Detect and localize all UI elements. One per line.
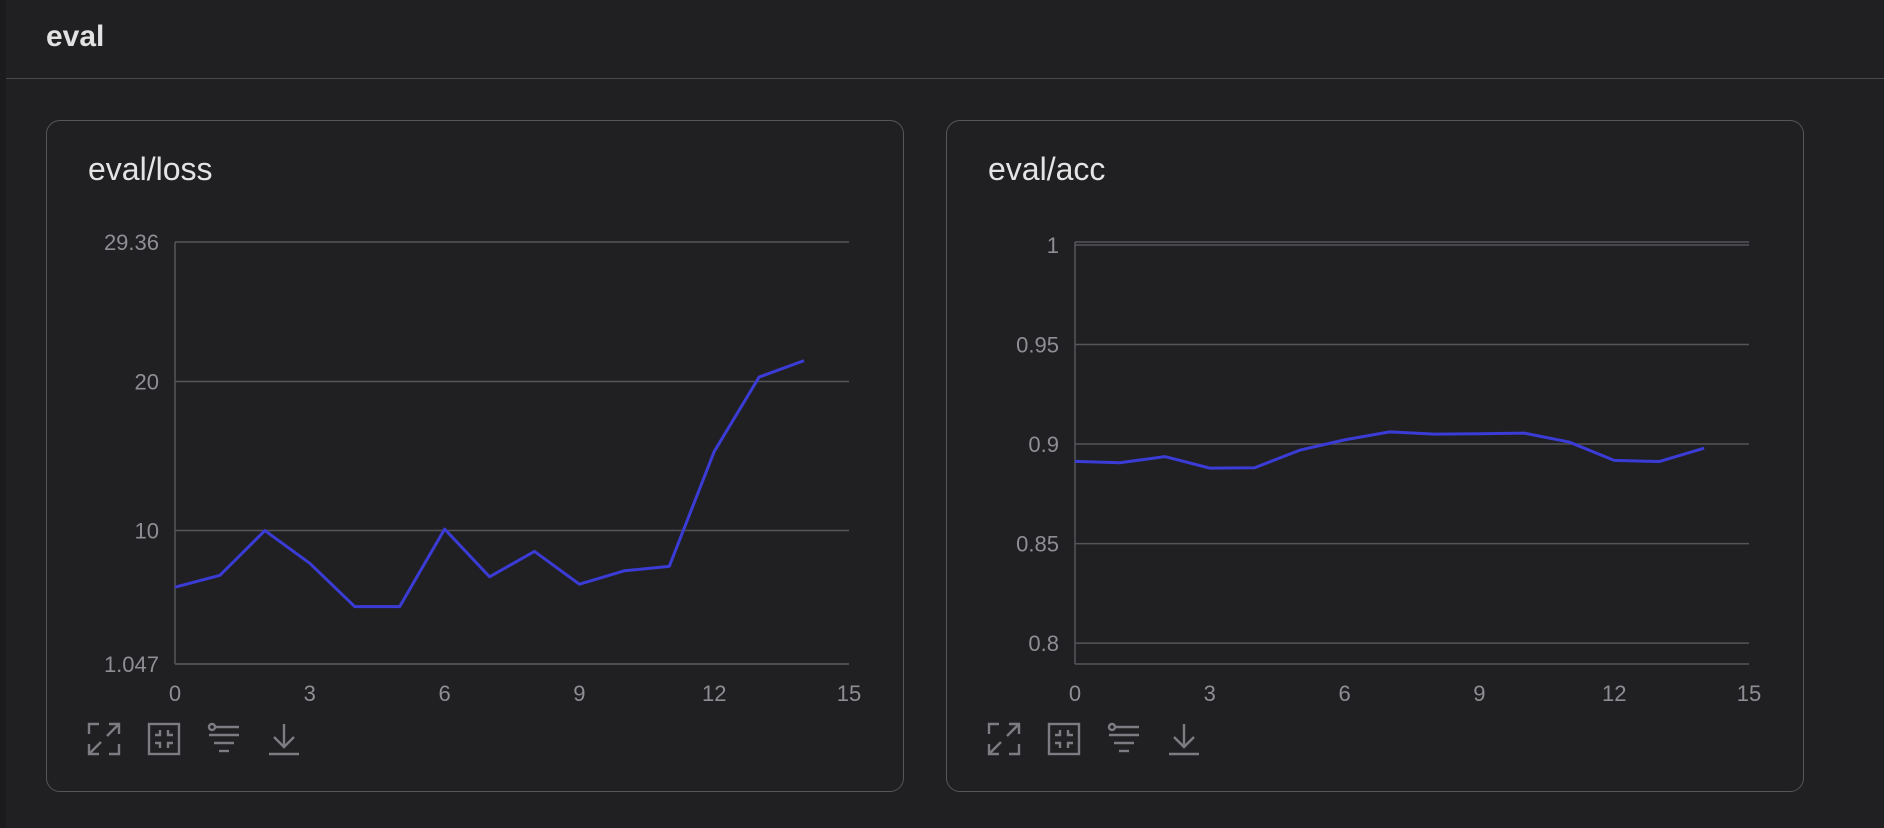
- x-tick-label: 0: [1069, 681, 1081, 706]
- chart-toolbar: [87, 721, 301, 761]
- x-tick-label: 6: [438, 681, 450, 706]
- chart-plot-eval-acc[interactable]: 0.8 0.85 0.9 0.95 1 0 3 6 9 12 15: [947, 121, 1805, 721]
- x-tick-label: 3: [1204, 681, 1216, 706]
- y-tick-label: 0.95: [1016, 333, 1059, 358]
- chart-plot-eval-loss[interactable]: 1.047 10 20 29.36 0 3 6 9 12 15: [47, 121, 905, 721]
- x-tick-label: 9: [1473, 681, 1485, 706]
- y-tick-label: 29.36: [104, 230, 159, 255]
- filter-icon[interactable]: [207, 721, 241, 757]
- fit-icon[interactable]: [1047, 721, 1081, 757]
- expand-icon[interactable]: [987, 721, 1021, 757]
- fit-icon[interactable]: [147, 721, 181, 757]
- y-tick-label: 0.9: [1028, 432, 1059, 457]
- x-tick-label: 15: [837, 681, 861, 706]
- x-tick-label: 9: [573, 681, 585, 706]
- series-line: [174, 359, 805, 609]
- y-tick-label: 1.047: [104, 652, 159, 677]
- filter-icon[interactable]: [1107, 721, 1141, 757]
- y-tick-label: 0.8: [1028, 631, 1059, 656]
- x-tick-label: 6: [1338, 681, 1350, 706]
- download-icon[interactable]: [267, 721, 301, 757]
- x-tick-label: 12: [1602, 681, 1626, 706]
- x-tick-label: 15: [1737, 681, 1761, 706]
- expand-icon[interactable]: [87, 721, 121, 757]
- chart-card-eval-loss: eval/loss 1.047 10 20 29.36 0 3 6 9 12 15: [46, 120, 904, 792]
- app-window: eval eval/loss 1.047 10 20 29.36 0 3 6 9 12 15: [6, 0, 1884, 828]
- y-tick-label: 10: [135, 519, 159, 544]
- chart-toolbar: [987, 721, 1201, 761]
- x-tick-label: 12: [702, 681, 726, 706]
- chart-card-eval-acc: eval/acc 0.8 0.85 0.9 0.95 1 0 3 6 9 12 15: [946, 120, 1804, 792]
- x-tick-label: 3: [304, 681, 316, 706]
- download-icon[interactable]: [1167, 721, 1201, 757]
- x-tick-label: 0: [169, 681, 181, 706]
- section-header[interactable]: eval: [6, 0, 1884, 79]
- y-tick-label: 20: [135, 370, 159, 395]
- section-title: eval: [46, 20, 105, 53]
- series-line: [1074, 430, 1705, 470]
- y-tick-label: 0.85: [1016, 532, 1059, 557]
- y-tick-label: 1: [1047, 233, 1059, 258]
